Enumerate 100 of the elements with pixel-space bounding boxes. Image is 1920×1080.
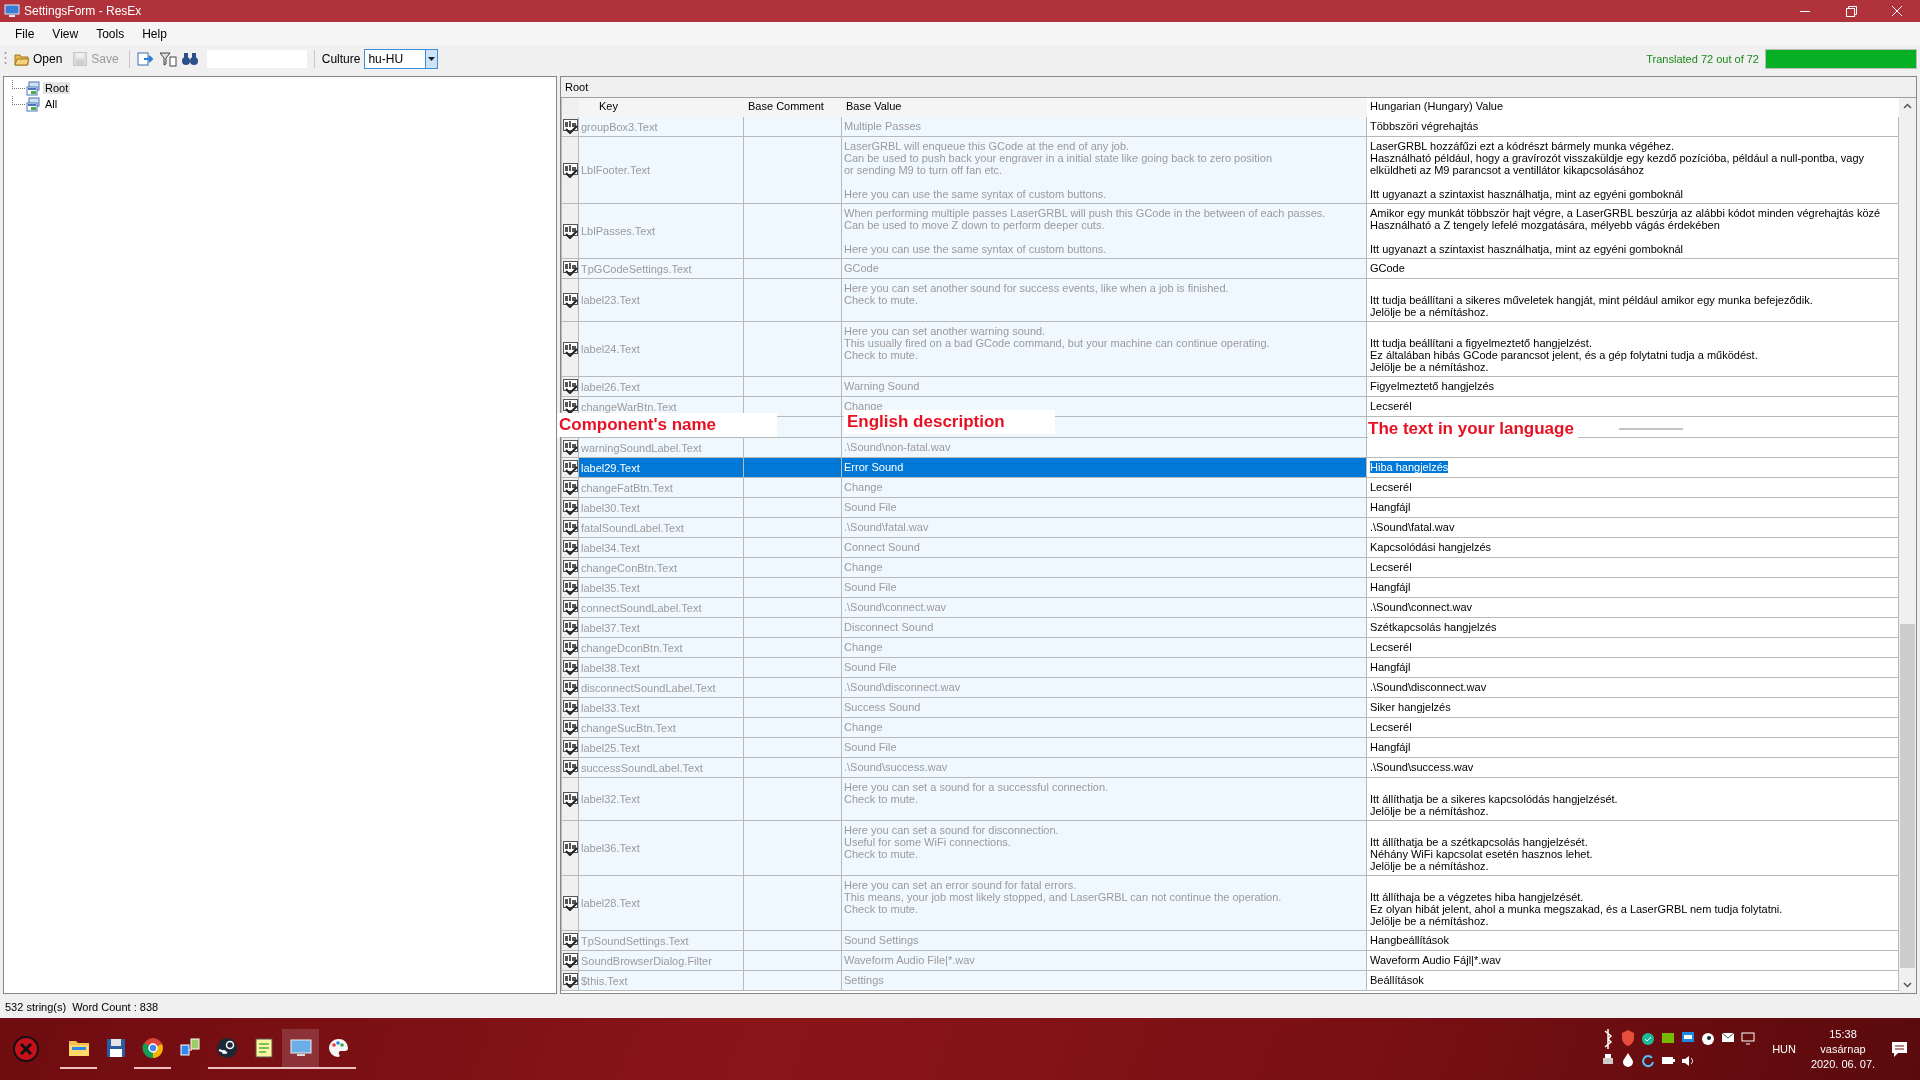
table-cell[interactable]: Itt állíthatja be a szétkapcsolás hangjelzését. Néhány WiFi kapcsolat esetén hasznos lehet. Jelölje be a némításhoz.	[1367, 821, 1899, 875]
resource-icon	[562, 292, 578, 308]
table-row[interactable]: label37.Text Disconnect Sound Szétkapcsolás hangjelzés	[561, 618, 1899, 638]
browser-icon	[140, 1036, 165, 1060]
resource-icon	[562, 341, 578, 357]
resource-icon	[562, 620, 578, 635]
table-row[interactable]: changeConBtn.Text Change Lecserél	[561, 558, 1899, 578]
export-icon[interactable]	[136, 51, 155, 67]
resource-icon	[562, 460, 578, 475]
table-cell[interactable]: Lecserél	[1367, 397, 1899, 416]
resource-icon	[562, 720, 578, 735]
table-cell[interactable]: Szétkapcsolás hangjelzés	[1367, 618, 1899, 637]
table-cell: TpSoundSettings.Text	[579, 931, 744, 950]
table-row[interactable]: label26.Text Warning Sound Figyelmeztető hangjelzés	[561, 377, 1899, 397]
table-row[interactable]: fatalSoundLabel.Text .\Sound\fatal.wav .\Sound\fatal.wav	[561, 518, 1899, 538]
table-cell[interactable]: Lecserél	[1367, 558, 1899, 577]
table-cell[interactable]: Többszöri végrehajtás	[1367, 117, 1899, 136]
scrollbar[interactable]	[1899, 98, 1916, 993]
column-header[interactable]: Base Value	[842, 98, 1367, 117]
table-cell: Connect Sound	[842, 538, 1367, 557]
language-indicator[interactable]: HUN	[1772, 1043, 1796, 1055]
table-row[interactable]: label35.Text Sound File Hangfájl	[561, 578, 1899, 598]
column-header[interactable]: Hungarian (Hungary) Value	[1367, 98, 1899, 117]
table-cell[interactable]: GCode	[1367, 259, 1899, 278]
clock-date[interactable]: 2020. 06. 07.	[1810, 1056, 1876, 1072]
translated-label: Translated 72 out of 72	[1646, 53, 1759, 65]
table-cell[interactable]: Hangfájl	[1367, 658, 1899, 677]
table-row[interactable]	[561, 876, 1899, 931]
table-row[interactable]	[561, 322, 1899, 377]
table-cell[interactable]: Itt tudja beállítani a figyelmeztető hangjelzést. Ez általában hibás GCode parancsot jelent, és a gép folytatni tudja a működést. Jelölje be a némításhoz.	[1367, 322, 1899, 376]
resource-icon	[562, 580, 578, 595]
table-cell: Change	[842, 718, 1367, 737]
table-row[interactable]: connectSoundLabel.Text .\Sound\connect.wav .\Sound\connect.wav	[561, 598, 1899, 618]
table-row[interactable]	[561, 204, 1899, 259]
table-cell: fatalSoundLabel.Text	[579, 518, 744, 537]
table-cell: Sound File	[842, 738, 1367, 757]
menu-item[interactable]: File	[6, 24, 44, 43]
resource-icon	[562, 119, 578, 134]
clock-day[interactable]: vasárnap	[1820, 1041, 1866, 1057]
table-row[interactable]: $this.Text Settings Beállítások	[561, 971, 1899, 991]
menu-item[interactable]: Help	[133, 24, 176, 43]
table-cell[interactable]: Waveform Audio Fájl|*.wav	[1367, 951, 1899, 970]
table-cell[interactable]: Siker hangjelzés	[1367, 698, 1899, 717]
table-row[interactable]: label32.Text Here you can set a sound for a successful connection. Check to mute. Itt állíthatja be a sikeres kapcsolódás hangjelzését. Jelölje be a némításhoz.	[561, 778, 1899, 821]
table-cell: Here you can set an error sound for fatal errors. This means, your job most likely stopped, and LaserGRBL can not continue the operation. Check to mute.	[842, 876, 1367, 930]
resource-icon	[562, 700, 578, 715]
resource-icon	[562, 162, 578, 178]
table-cell[interactable]: LaserGRBL hozzáfűzi ezt a kódrészt bármely munka végéhez. Használható például, hogy a gravírozót visszaküldje egy kezdő pozícióba, például a null-pontba, vagy elküldheti az M9 parancsot a ventillátor kikapcsolásához Itt ugyanazt a szintaxist használhatja, mint az egyéni gomboknál	[1367, 137, 1899, 203]
column-header[interactable]: Base Comment	[744, 98, 842, 117]
table-cell[interactable]: Itt állíthatja be a sikeres kapcsolódás hangjelzését. Jelölje be a némításhoz.	[1367, 778, 1899, 820]
open-button[interactable]: Open	[11, 49, 66, 69]
table-cell[interactable]: Hangfájl	[1367, 578, 1899, 597]
table-row[interactable]: TpGCodeSettings.Text GCode GCode	[561, 259, 1899, 279]
table-cell[interactable]: Itt tudja beállítani a sikeres műveletek hangját, mint például amikor egy munka befejeződik. Jelölje be a némításhoz.	[1367, 279, 1899, 321]
table-cell[interactable]: Amikor egy munkát többször hajt végre, a LaserGRBL beszúrja az alábbi kódot minden végrehajtás közé Használható a Z tengely lefelé mozgatására, mélyebb vágás érdekében Itt ugyanazt a szintaxist használhatja, mint az egyéni gomboknál	[1367, 204, 1899, 258]
table-row[interactable]: label38.Text Sound File Hangfájl	[561, 658, 1899, 678]
callout-label: English description	[844, 410, 1055, 434]
table-cell[interactable]: Figyelmeztető hangjelzés	[1367, 377, 1899, 396]
table-row[interactable]: label30.Text Sound File Hangfájl	[561, 498, 1899, 518]
table-row[interactable]: groupBox3.Text Multiple Passes Többszöri végrehajtás	[561, 117, 1899, 137]
table-cell[interactable]: Kapcsolódási hangjelzés	[1367, 538, 1899, 557]
binoculars-icon[interactable]	[180, 51, 199, 67]
table-cell: Here you can set a sound for a successful connection. Check to mute.	[842, 778, 1367, 820]
caret-icon	[428, 57, 436, 61]
table-row[interactable]	[561, 279, 1899, 322]
table-cell[interactable]: Lecserél	[1367, 478, 1899, 497]
table-row[interactable]: changeDconBtn.Text Change Lecserél	[561, 638, 1899, 658]
scroll-thumb[interactable]	[1900, 624, 1915, 968]
table-row[interactable]: SoundBrowserDialog.Filter Waveform Audio File|*.wav Waveform Audio Fájl|*.wav	[561, 951, 1899, 971]
table-cell: GCode	[842, 259, 1367, 278]
table-row[interactable]	[561, 137, 1899, 204]
column-header[interactable]: Key	[579, 98, 744, 117]
table-row[interactable]: changeFatBtn.Text Change Lecserél	[561, 478, 1899, 498]
table-cell[interactable]: Itt állíthaja be a végzetes hiba hangjelzését. Ez olyan hibát jelent, ahol a munka megszakad, és a LaserGRBL nem tudja folytatni. Jelölje be a némításhoz.	[1367, 876, 1899, 930]
table-cell: connectSoundLabel.Text	[579, 598, 744, 617]
table-cell[interactable]: Hangfájl	[1367, 498, 1899, 517]
table-cell[interactable]: Hangfájl	[1367, 738, 1899, 757]
resource-icon	[562, 379, 578, 394]
culture-dropdown[interactable]: hu-HU	[364, 49, 439, 69]
clock-time[interactable]: 15:38	[1829, 1026, 1857, 1042]
tree-item[interactable]: Root	[43, 82, 71, 94]
table-row[interactable]: TpSoundSettings.Text Sound Settings Hangbeállítások	[561, 931, 1899, 951]
table-cell[interactable]: Lecserél	[1367, 718, 1899, 737]
table-cell: .\Sound\non-fatal.wav	[842, 438, 1367, 457]
tree-item[interactable]: All	[43, 98, 60, 110]
resource-icon	[562, 600, 578, 615]
table-row[interactable]: label34.Text Connect Sound Kapcsolódási hangjelzés	[561, 538, 1899, 558]
table-row[interactable]: label29.Text Error Sound Hiba hangjelzés	[561, 458, 1899, 478]
menu-item[interactable]: Tools	[87, 24, 134, 43]
table-row[interactable]: disconnectSoundLabel.Text .\Sound\disconnect.wav .\Sound\disconnect.wav	[561, 678, 1899, 698]
table-row[interactable]: label33.Text Success Sound Siker hangjelzés	[561, 698, 1899, 718]
table-cell[interactable]: Hangbeállítások	[1367, 931, 1899, 950]
table-row[interactable]: label25.Text Sound File Hangfájl	[561, 738, 1899, 758]
table-cell[interactable]: Lecserél	[1367, 638, 1899, 657]
filter-icon[interactable]	[158, 51, 177, 67]
table-row[interactable]: changeSucBtn.Text Change Lecserél	[561, 718, 1899, 738]
table-cell[interactable]: Beállítások	[1367, 971, 1899, 990]
table-row[interactable]: successSoundLabel.Text .\Sound\success.wav .\Sound\success.wav	[561, 758, 1899, 778]
menu-item[interactable]: View	[43, 24, 88, 43]
table-cell: label38.Text	[579, 658, 744, 677]
